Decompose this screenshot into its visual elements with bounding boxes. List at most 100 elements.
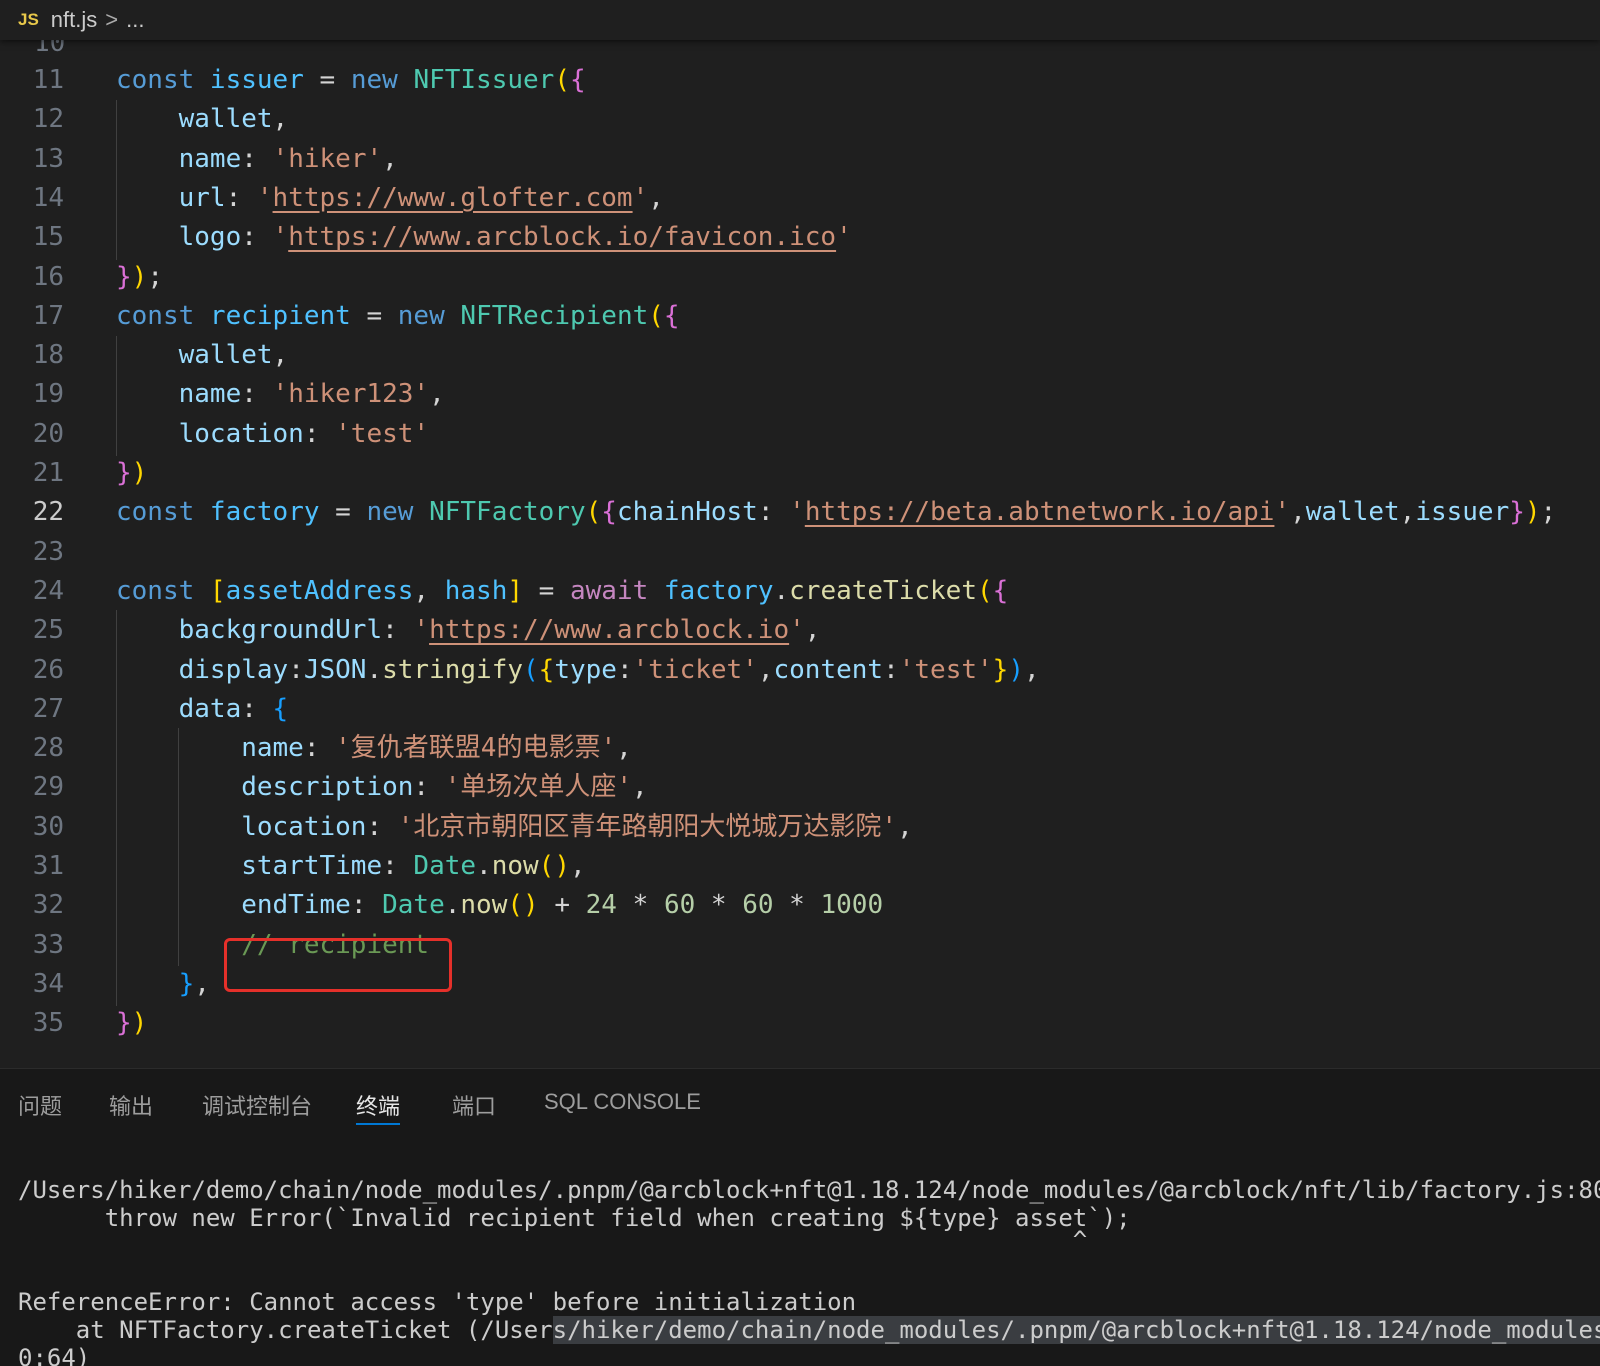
- code-token: ): [131, 1008, 148, 1039]
- code-line[interactable]: 35}): [0, 1003, 1600, 1043]
- code-line[interactable]: 26 display:JSON.stringify({type:'ticket'…: [0, 650, 1600, 690]
- code-text: wallet,: [116, 99, 289, 139]
- code-line[interactable]: 31 startTime: Date.now(),: [0, 846, 1600, 886]
- code-token: ,: [382, 143, 398, 174]
- code-line[interactable]: 28 name: '复仇者联盟4的电影票',: [0, 728, 1600, 768]
- code-line[interactable]: 32 endTime: Date.now() + 24 * 60 * 60 * …: [0, 885, 1600, 925]
- code-token: :: [382, 851, 414, 881]
- code-token: {: [601, 497, 617, 528]
- code-text: location: 'test': [116, 414, 429, 454]
- breadcrumb-file-name[interactable]: nft.js: [51, 7, 97, 33]
- code-token: ,: [272, 104, 289, 135]
- code-token: NFTFactory: [429, 497, 586, 528]
- line-number: 28: [32, 733, 64, 764]
- code-token: backgroundUrl: [116, 615, 383, 646]
- code-line[interactable]: 17 const recipient = new NFTRecipient({: [0, 296, 1600, 336]
- code-token: const: [116, 575, 210, 606]
- code-token: name: [116, 379, 242, 410]
- tab-debug-console[interactable]: 调试控制台: [202, 1089, 312, 1125]
- code-token: 'test': [335, 418, 430, 449]
- code-token: ': [632, 182, 649, 213]
- code-text: name: '复仇者联盟4的电影票',: [116, 728, 632, 768]
- code-token: {: [992, 575, 1009, 606]
- code-text: const [assetAddress, hash] = await facto…: [116, 571, 1008, 611]
- code-line[interactable]: 22 const factory = new NFTFactory({chainH…: [0, 492, 1600, 532]
- code-token: (: [585, 497, 602, 528]
- code-line[interactable]: 15 logo: 'https://www.arcblock.io/favico…: [0, 217, 1600, 257]
- code-token: 1000: [820, 890, 884, 921]
- code-token: ,: [413, 575, 445, 606]
- code-token: 'hiker123': [272, 379, 430, 410]
- code-token: =: [303, 65, 351, 95]
- code-token: '复仇者联盟4的电影票': [335, 733, 617, 764]
- tab-ports[interactable]: 端口: [452, 1089, 496, 1125]
- terminal-line: 0:64): [18, 1344, 91, 1366]
- code-token: (): [538, 851, 570, 881]
- code-token: type: [554, 654, 617, 685]
- code-token: }: [992, 654, 1009, 685]
- code-token: *: [695, 890, 743, 921]
- indent-guide: [178, 728, 179, 966]
- code-token: endTime: [116, 890, 351, 921]
- code-editor[interactable]: 10 11 const issuer = new NFTIssuer({12 wa…: [0, 40, 1600, 1068]
- line-number: 15: [32, 222, 64, 253]
- line-number: 27: [32, 693, 64, 724]
- code-line[interactable]: 23: [0, 532, 1600, 572]
- code-token: ,: [1023, 654, 1040, 685]
- code-token: {: [538, 654, 555, 685]
- code-token: {: [272, 693, 289, 724]
- code-text: logo: 'https://www.arcblock.io/favicon.i…: [116, 217, 852, 257]
- code-line[interactable]: 20 location: 'test': [0, 414, 1600, 454]
- code-line[interactable]: 14 url: 'https://www.glofter.com',: [0, 178, 1600, 218]
- code-token: JSON: [303, 654, 367, 685]
- code-token: ,: [648, 182, 664, 213]
- code-token: :: [241, 379, 273, 410]
- code-token: ): [131, 261, 148, 292]
- code-token: ': [413, 615, 430, 646]
- code-text: endTime: Date.now() + 24 * 60 * 60 * 100…: [116, 885, 883, 925]
- code-text: data: {: [116, 689, 289, 729]
- code-token: {: [569, 65, 586, 95]
- tab-problems[interactable]: 问题: [18, 1089, 62, 1125]
- code-line[interactable]: 30 location: '北京市朝阳区青年路朝阳大悦城万达影院',: [0, 807, 1600, 847]
- line-number: 24: [32, 575, 64, 606]
- code-token: ): [131, 458, 148, 488]
- code-text: name: 'hiker',: [116, 139, 398, 179]
- code-token: ,: [616, 733, 632, 764]
- code-token: .: [366, 654, 383, 685]
- code-token: 'ticket': [632, 654, 758, 685]
- code-line[interactable]: 19 name: 'hiker123',: [0, 374, 1600, 414]
- code-token: =: [350, 300, 398, 331]
- line-number: 23: [32, 536, 64, 567]
- tab-output[interactable]: 输出: [109, 1089, 153, 1125]
- code-line[interactable]: 11 const issuer = new NFTIssuer({: [0, 60, 1600, 100]
- code-token: const: [116, 300, 210, 331]
- tab-sql-console[interactable]: SQL CONSOLE: [544, 1089, 701, 1125]
- terminal-selection: s/hiker/demo/chain/node_modules/.pnpm/@a…: [552, 1316, 1600, 1344]
- line-number: 16: [32, 261, 64, 292]
- code-token: now: [460, 890, 508, 921]
- code-line[interactable]: 16});: [0, 257, 1600, 297]
- code-token: description: [116, 772, 414, 803]
- code-token: 24: [585, 890, 617, 921]
- code-text: const recipient = new NFTRecipient({: [116, 296, 680, 336]
- code-token: ,: [1290, 497, 1306, 528]
- code-token: (: [976, 575, 993, 606]
- terminal-line: ReferenceError: Cannot access 'type' bef…: [18, 1288, 857, 1316]
- code-token: Date: [413, 851, 477, 881]
- code-line[interactable]: 12 wallet,: [0, 99, 1600, 139]
- code-line[interactable]: 27 data: {: [0, 689, 1600, 729]
- code-line[interactable]: 18 wallet,: [0, 335, 1600, 375]
- code-line[interactable]: 24 const [assetAddress, hash] = await fac…: [0, 571, 1600, 611]
- code-line[interactable]: 21}): [0, 453, 1600, 493]
- line-number: 17: [32, 300, 64, 331]
- recipient-comment-highlight: [224, 938, 452, 992]
- tab-terminal[interactable]: 终端: [356, 1089, 401, 1125]
- code-line[interactable]: 13 name: 'hiker',: [0, 139, 1600, 179]
- code-line[interactable]: 29 description: '单场次单人座',: [0, 767, 1600, 807]
- code-line[interactable]: 25 backgroundUrl: 'https://www.arcblock.…: [0, 610, 1600, 650]
- code-token: }: [116, 458, 132, 488]
- breadcrumb-more[interactable]: ...: [126, 7, 144, 33]
- line-number: 32: [32, 890, 64, 921]
- code-token: '北京市朝阳区青年路朝阳大悦城万达影院': [397, 811, 898, 842]
